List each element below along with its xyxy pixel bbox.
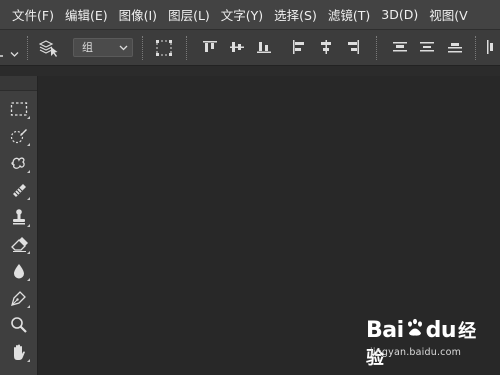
eraser-tool-icon [10, 235, 28, 253]
menu-type[interactable]: 文字(Y) [221, 5, 263, 24]
spot-healing-brush-tool[interactable] [7, 152, 31, 174]
menu-select[interactable]: 选择(S) [274, 5, 317, 24]
distribute-bottom-edges-icon[interactable] [446, 38, 464, 60]
align-top-edges-icon[interactable] [201, 38, 219, 60]
menu-view[interactable]: 视图(V [429, 5, 467, 24]
clone-stamp-tool-icon [10, 208, 28, 226]
options-separator [142, 36, 143, 60]
pen-tool-icon [10, 289, 28, 307]
menu-bar: 文件(F) 编辑(E) 图像(I) 图层(L) 文字(Y) 选择(S) 滤镜(T… [0, 0, 500, 30]
auto-select-layers-icon[interactable] [38, 38, 59, 62]
brush-tool-icon [10, 181, 28, 199]
baidu-logo: Bai du 经验 [366, 317, 486, 370]
pen-tool[interactable] [7, 287, 31, 309]
quick-selection-tool-icon [10, 127, 28, 145]
document-tab-strip [0, 66, 500, 76]
watermark-logo-part-1: Bai [366, 318, 404, 343]
align-vertical-centers-icon[interactable] [228, 38, 246, 60]
options-separator [376, 36, 377, 60]
auto-select-target-dropdown[interactable]: 组 [73, 38, 133, 57]
menu-edit[interactable]: 编辑(E) [65, 5, 108, 24]
chevron-down-icon [119, 39, 128, 61]
align-horizontal-centers-icon[interactable] [317, 38, 335, 60]
brush-tool[interactable] [7, 179, 31, 201]
tools-panel-header[interactable] [0, 76, 37, 91]
canvas-area[interactable]: Bai du 经验 jingyan.baidu.com [38, 76, 500, 375]
align-right-edges-icon[interactable] [344, 38, 362, 60]
menu-filter[interactable]: 滤镜(T) [328, 5, 370, 24]
baidu-jingyan-watermark: Bai du 经验 jingyan.baidu.com [366, 317, 486, 369]
options-separator [475, 36, 476, 60]
spot-healing-brush-tool-icon [10, 154, 28, 172]
paw-icon [405, 318, 425, 344]
distribute-left-edges-icon[interactable] [484, 38, 500, 60]
auto-select-target-value: 组 [82, 41, 93, 54]
menu-image[interactable]: 图像(I) [119, 5, 157, 24]
blur-tool-icon [10, 262, 28, 280]
zoom-tool[interactable] [7, 314, 31, 336]
chevron-down-icon[interactable] [10, 43, 19, 62]
align-left-edges-icon[interactable] [290, 38, 308, 60]
distribute-vertical-centers-icon[interactable] [418, 38, 436, 60]
tools-panel [0, 76, 38, 375]
clone-stamp-tool[interactable] [7, 206, 31, 228]
options-separator [186, 36, 187, 60]
menu-layer[interactable]: 图层(L) [168, 5, 210, 24]
zoom-tool-icon [10, 316, 28, 334]
tool-preset-arrow-icon[interactable] [0, 44, 5, 63]
eraser-tool[interactable] [7, 233, 31, 255]
menu-3d[interactable]: 3D(D) [381, 7, 418, 22]
blur-tool[interactable] [7, 260, 31, 282]
watermark-logo-part-2: du [425, 318, 457, 343]
hand-tool[interactable] [7, 341, 31, 363]
marquee-tool-icon [10, 101, 28, 117]
quick-selection-tool[interactable] [7, 125, 31, 147]
hand-tool-icon [10, 343, 28, 361]
distribute-top-edges-icon[interactable] [391, 38, 409, 60]
marquee-tool[interactable] [7, 98, 31, 120]
watermark-url: jingyan.baidu.com [370, 347, 462, 358]
align-bottom-edges-icon[interactable] [255, 38, 273, 60]
options-bar: 组 [0, 30, 500, 66]
show-transform-controls-icon[interactable] [155, 39, 173, 61]
menu-file[interactable]: 文件(F) [12, 5, 54, 24]
options-separator [27, 36, 28, 60]
